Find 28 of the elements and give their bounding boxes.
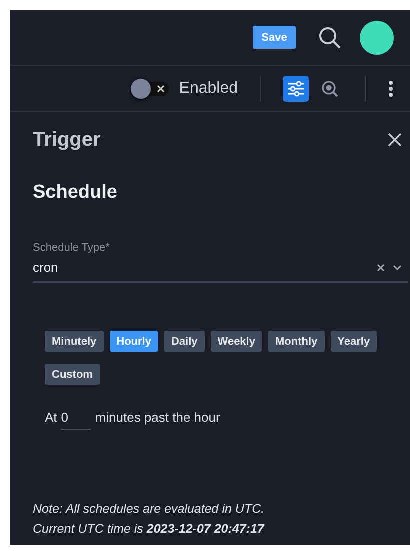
frequency-button[interactable]: Yearly [330,331,378,352]
minute-input[interactable]: 0 [61,410,92,430]
magnifier-icon [321,80,339,98]
frequency-button[interactable]: Minutely [45,331,104,352]
sliders-icon [287,80,305,96]
panel-title: Trigger [33,128,101,152]
chevron-down-icon[interactable] [393,264,402,270]
more-menu-icon[interactable] [388,80,394,98]
note-text: Current UTC time is 2023-12-07 20:47:17 [33,521,265,538]
user-avatar[interactable] [360,20,394,54]
frequency-button[interactable]: Monthly [268,331,325,352]
sliders-tab[interactable] [283,76,309,102]
select-value: cron [33,260,58,275]
frequency-button[interactable]: Custom [45,364,100,385]
enabled-toggle[interactable] [131,78,172,98]
minute-prefix: At [45,410,58,424]
clear-icon[interactable] [377,264,385,272]
toggle-label: Enabled [179,80,238,98]
close-icon[interactable] [388,133,402,147]
minute-suffix: minutes past the hour [95,410,220,424]
search-icon[interactable] [318,26,342,50]
frequency-button[interactable]: Daily [164,331,205,352]
field-label: Schedule Type* [33,242,111,254]
note-text: Note: All schedules are evaluated in UTC. [33,501,265,518]
frequency-button[interactable]: Weekly [210,331,262,352]
schedule-type-select[interactable]: Schedule Type* cron [33,242,408,283]
section-title: Schedule [33,182,118,204]
cross-icon [157,84,166,92]
